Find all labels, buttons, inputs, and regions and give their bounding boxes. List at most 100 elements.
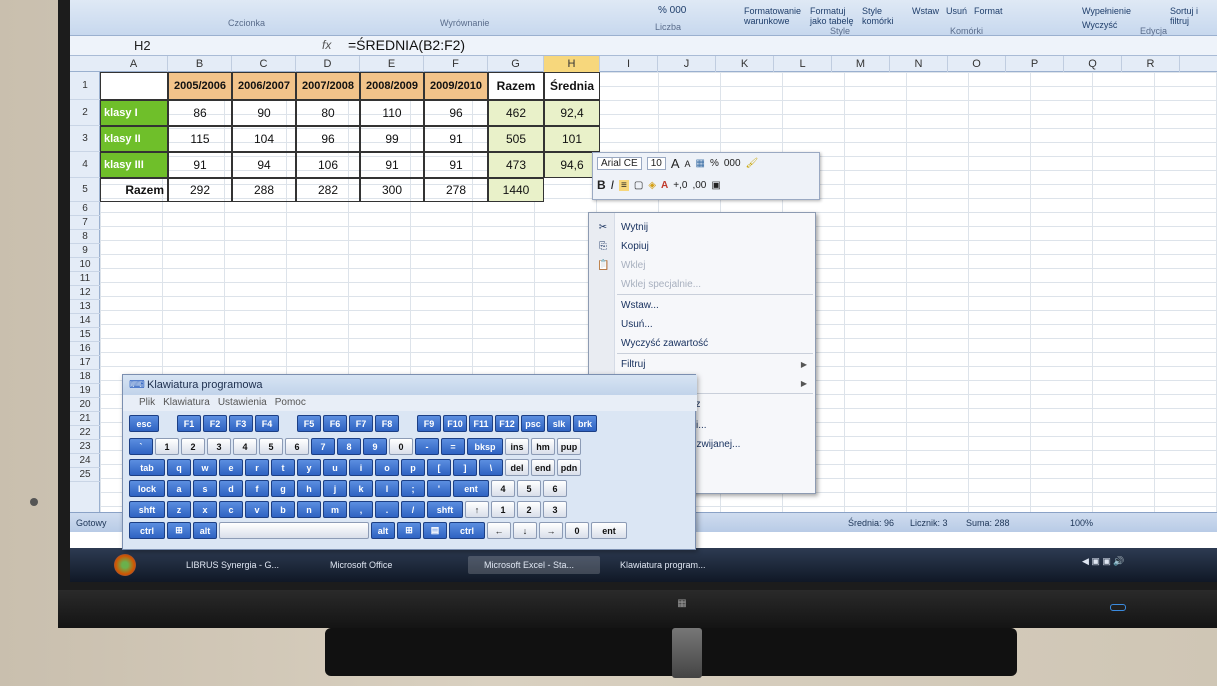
key-f11[interactable]: F11 [469,415,493,432]
row-header-6[interactable]: 6 [70,202,100,216]
fx-icon[interactable]: fx [322,38,331,52]
row-header-21[interactable]: 21 [70,412,100,426]
key-del[interactable]: del [505,459,529,476]
class-label[interactable]: klasy III [100,152,168,178]
row-header-12[interactable]: 12 [70,286,100,300]
key-j[interactable]: j [323,480,347,497]
key-f6[interactable]: F6 [323,415,347,432]
key-[interactable]: / [401,501,425,518]
key-1[interactable]: 1 [155,438,179,455]
row-header-24[interactable]: 24 [70,454,100,468]
context-menu-item-wstaw[interactable]: Wstaw... [621,297,811,315]
borders-icon[interactable]: ▢ [634,180,643,191]
key-z[interactable]: z [167,501,191,518]
grow-font-button[interactable]: A [671,156,680,171]
table-cell[interactable]: 106 [296,152,360,178]
font-name-select[interactable]: Arial CE [597,157,642,170]
row-header-15[interactable]: 15 [70,328,100,342]
key-hm[interactable]: hm [531,438,555,455]
key-ctrl[interactable]: ctrl [129,522,165,539]
key-5[interactable]: 5 [517,480,541,497]
row-header-4[interactable]: 4 [70,152,100,178]
key-6[interactable]: 6 [285,438,309,455]
table-cell[interactable]: 115 [168,126,232,152]
key-f[interactable]: f [245,480,269,497]
column-header-b[interactable]: B [168,56,232,72]
razem-cell[interactable]: 505 [488,126,544,152]
razem-header[interactable]: Razem [488,72,544,100]
key-u[interactable]: u [323,459,347,476]
align-center-icon[interactable]: ≡ [619,179,629,191]
table-cell[interactable]: 86 [168,100,232,126]
key-[interactable]: [ [427,459,451,476]
key-4[interactable]: 4 [491,480,515,497]
key-y[interactable]: y [297,459,321,476]
column-header-j[interactable]: J [658,56,716,72]
key-alt[interactable]: alt [371,522,395,539]
table-cell[interactable]: 104 [232,126,296,152]
key-bksp[interactable]: bksp [467,438,503,455]
total-cell[interactable]: 288 [232,178,296,202]
razem-cell[interactable]: 473 [488,152,544,178]
key-4[interactable]: 4 [233,438,257,455]
total-cell[interactable]: 282 [296,178,360,202]
clear-button[interactable]: Wyczyść [1082,20,1117,30]
table-cell[interactable]: 90 [232,100,296,126]
italic-button[interactable]: I [611,178,614,192]
key-f1[interactable]: F1 [177,415,201,432]
total-cell[interactable]: 300 [360,178,424,202]
key-[interactable]: ' [427,480,451,497]
system-tray[interactable]: ◀ ▣ ▣ 🔊 [1082,556,1125,567]
formula-input[interactable]: =ŚREDNIA(B2:F2) [348,37,465,53]
decrease-decimal-button[interactable]: ,00 [692,180,706,191]
key-a[interactable]: a [167,480,191,497]
total-cell[interactable]: 278 [424,178,488,202]
total-label[interactable]: Razem [100,178,168,202]
zoom-level[interactable]: 100% [1070,518,1093,528]
key-ins[interactable]: ins [505,438,529,455]
key-[interactable]: , [349,501,373,518]
key-lock[interactable]: lock [129,480,165,497]
key-ctrl[interactable]: ctrl [449,522,485,539]
total-cell[interactable]: 292 [168,178,232,202]
table-cell[interactable]: 91 [424,152,488,178]
increase-decimal-button[interactable]: +,0 [673,180,687,191]
table-cell[interactable]: 96 [296,126,360,152]
row-header-25[interactable]: 25 [70,468,100,482]
key-t[interactable]: t [271,459,295,476]
key-f3[interactable]: F3 [229,415,253,432]
keyboard-menu-keyboard[interactable]: Klawiatura [163,395,210,411]
key-6[interactable]: 6 [543,480,567,497]
key-9[interactable]: 9 [363,438,387,455]
table-cell[interactable]: 91 [360,152,424,178]
taskbar-item-librus[interactable]: LIBRUS Synergia - G... [170,556,300,574]
row-header-18[interactable]: 18 [70,370,100,384]
column-header-a[interactable]: A [100,56,168,72]
key-0[interactable]: 0 [565,522,589,539]
start-button[interactable] [114,554,136,576]
key-p[interactable]: p [401,459,425,476]
srednia-cell[interactable]: 101 [544,126,600,152]
row-header-11[interactable]: 11 [70,272,100,286]
bold-button[interactable]: B [597,178,606,192]
column-header-o[interactable]: O [948,56,1006,72]
column-header-f[interactable]: F [424,56,488,72]
key-f10[interactable]: F10 [443,415,467,432]
key-pup[interactable]: pup [557,438,581,455]
key-0[interactable]: 0 [389,438,413,455]
cell-styles-button[interactable]: Style komórki [862,6,902,26]
key-r[interactable]: r [245,459,269,476]
row-header-10[interactable]: 10 [70,258,100,272]
table-cell[interactable]: 80 [296,100,360,126]
key-shft[interactable]: shft [427,501,463,518]
key-f7[interactable]: F7 [349,415,373,432]
key-ent[interactable]: ent [453,480,489,497]
key-h[interactable]: h [297,480,321,497]
razem-cell[interactable]: 462 [488,100,544,126]
class-label[interactable]: klasy II [100,126,168,152]
key-f9[interactable]: F9 [417,415,441,432]
year-header[interactable]: 2005/2006 [168,72,232,100]
column-header-r[interactable]: R [1122,56,1180,72]
row-header-9[interactable]: 9 [70,244,100,258]
key-alt[interactable]: alt [193,522,217,539]
